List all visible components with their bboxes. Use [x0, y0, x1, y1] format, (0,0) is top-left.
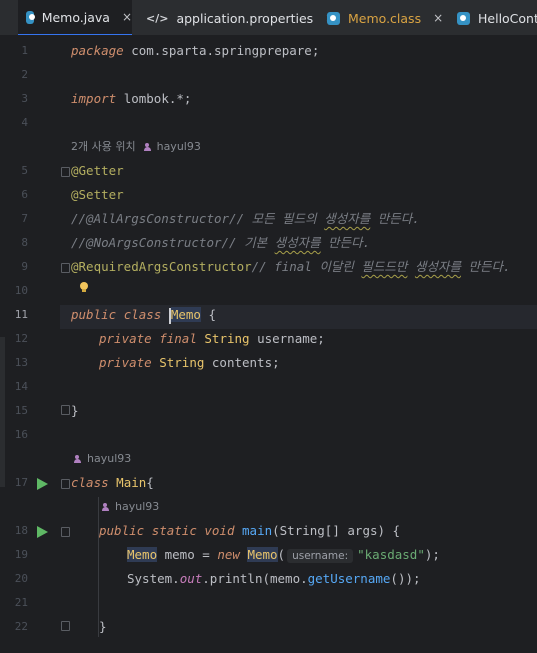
line-number: 18 [14, 524, 28, 537]
code-line-13: private String contents; [99, 355, 280, 370]
tab-label: Memo.java [41, 9, 110, 25]
line-number: 8 [21, 236, 28, 249]
code-line-15: } [71, 403, 79, 418]
author-icon [143, 143, 154, 151]
author-hint[interactable]: hayul93 [66, 447, 131, 471]
line-number: 14 [14, 380, 28, 393]
author-icon [74, 455, 84, 463]
code-editor[interactable]: package com.sparta.springprepare; import… [60, 37, 537, 653]
properties-file-icon: </> [146, 11, 169, 25]
code-line-12: private final String username; [99, 331, 325, 346]
line-number: 13 [14, 356, 28, 369]
run-gutter-icon[interactable] [37, 526, 48, 538]
java-file-icon [457, 11, 470, 25]
line-number: 4 [21, 116, 28, 129]
line-number: 15 [14, 404, 28, 417]
run-gutter-icon[interactable] [37, 478, 48, 490]
tab-hello-controller[interactable]: HelloContro [457, 0, 537, 35]
tab-label: Memo.class [348, 10, 422, 26]
close-icon[interactable]: × [433, 11, 443, 25]
line-number: 19 [14, 548, 28, 561]
tab-memo-class[interactable]: Memo.class × [327, 0, 443, 35]
line-number: 2 [21, 68, 28, 81]
code-line-18: public static void main(String[] args) { [99, 523, 401, 538]
code-line-8: //@NoArgsConstructor// 기본 생성자를 만든다. [71, 235, 371, 250]
line-number: 21 [14, 596, 28, 609]
code-line-1: package com.sparta.springprepare; [71, 43, 320, 58]
author-hint[interactable]: hayul93 [94, 495, 159, 519]
code-line-19: Memo memo = new Memo(username: "kasdasd")… [127, 547, 440, 563]
line-number: 22 [14, 620, 28, 633]
line-number: 12 [14, 332, 28, 345]
editor-tab-bar: Memo.java × </> application.properties ×… [0, 0, 537, 36]
code-line-5: @Getter [71, 163, 124, 178]
line-number: 20 [14, 572, 28, 585]
line-number: 5 [21, 164, 28, 177]
line-number: 6 [21, 188, 28, 201]
code-line-3: import lombok.*; [71, 91, 192, 106]
tab-label: HelloContro [478, 10, 537, 26]
code-line-11: public class Memo { [71, 307, 217, 324]
code-line-6: @Setter [71, 187, 124, 202]
tab-memo-java[interactable]: Memo.java × [18, 0, 132, 35]
code-line-17: class Main{ [71, 475, 154, 490]
line-number: 9 [21, 260, 28, 273]
line-number: 16 [14, 428, 28, 441]
line-number: 10 [14, 284, 28, 297]
code-line-20: System.out.println(memo.getUsername()); [127, 571, 421, 586]
line-number: 7 [21, 212, 28, 225]
close-icon[interactable]: × [122, 10, 132, 24]
java-file-icon [26, 10, 35, 24]
line-number: 17 [14, 476, 28, 489]
usage-hint[interactable]: 2개 사용 위치 hayul93 [71, 135, 201, 159]
line-number: 3 [21, 92, 28, 105]
code-line-9: @RequiredArgsConstructor// final 이달린 필드드… [71, 259, 511, 274]
lightbulb-icon[interactable] [78, 281, 90, 293]
code-line-22: } [99, 619, 107, 634]
line-number-current: 11 [14, 308, 28, 321]
tab-label: application.properties [176, 10, 314, 26]
editor-gutter: 1 3 2 4 5 6 7 8 9 10 11 12 13 14 15 16 1… [0, 37, 60, 653]
code-line-7: //@AllArgsConstructor// 모든 필드의 생성자를 만든다. [71, 211, 420, 226]
java-file-icon [327, 11, 340, 25]
parameter-hint: username: [287, 549, 354, 563]
line-number: 1 [21, 44, 28, 57]
tab-application-properties[interactable]: </> application.properties × [146, 0, 335, 35]
author-icon [102, 503, 112, 511]
